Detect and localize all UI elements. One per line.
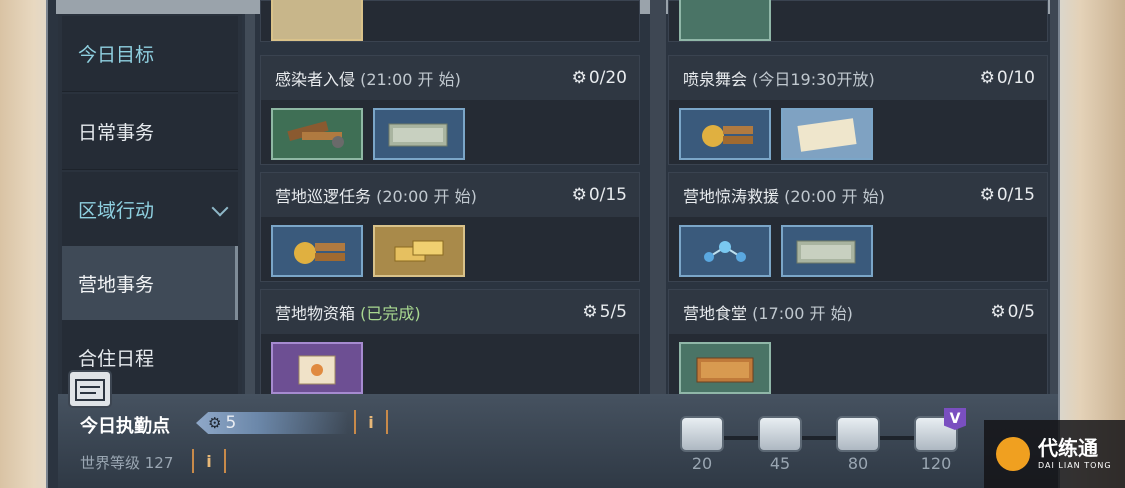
card-count: 0/15 (588, 185, 627, 205)
ticket-icon[interactable] (781, 108, 873, 160)
wood-tools-icon[interactable] (271, 108, 363, 160)
world-level: 世界等级 127 (80, 454, 174, 472)
world-level-info-button[interactable]: i (192, 449, 226, 473)
card-title: 营地食堂 (683, 304, 748, 323)
gear-wood-icon[interactable] (271, 225, 363, 277)
card-note: (已完成) (360, 304, 421, 323)
card-title: 感染者入侵 (275, 70, 356, 89)
supply-box-icon[interactable] (271, 342, 363, 394)
fish-icon (679, 0, 771, 41)
sidebar-item-label: 合住日程 (78, 348, 155, 370)
task-card[interactable]: 营地食堂 (17:00 开 始) ⚙ 0/5 (668, 289, 1048, 395)
sidebar-item-daily[interactable]: 日常事务 (62, 94, 238, 170)
card-note: (21:00 开 始) (360, 70, 461, 89)
card-note: (17:00 开 始) (752, 304, 853, 323)
sidebar-item-camp-affairs[interactable]: 营地事务 (62, 246, 238, 322)
reward-threshold: 80 (847, 454, 869, 473)
card-title: 喷泉舞会 (683, 70, 748, 89)
logo-text: 代练通 (1038, 436, 1098, 460)
card-count: 5/5 (599, 302, 627, 322)
card-partial (668, 0, 1048, 42)
divider (650, 0, 666, 394)
reward-chest-icon[interactable] (836, 416, 880, 452)
duty-point-icon: ⚙ (979, 185, 995, 205)
card-count: 0/10 (996, 68, 1035, 88)
chevron-down-icon (211, 199, 229, 217)
card-note: (今日19:30开放) (752, 70, 875, 89)
card-partial (260, 0, 640, 42)
sidebar-item-label: 今日目标 (78, 44, 155, 66)
gear-wood-icon[interactable] (679, 108, 771, 160)
duty-points-label: 今日执勤点 (80, 416, 170, 437)
sidebar-item-label: 日常事务 (78, 122, 155, 144)
card-count: 0/20 (588, 68, 627, 88)
duty-point-icon: ⚙ (571, 185, 587, 205)
cash-icon[interactable] (781, 225, 873, 277)
task-card[interactable]: 营地物资箱 (已完成) ⚙ 5/5 (260, 289, 640, 395)
card-note: (20:00 开 始) (784, 187, 885, 206)
card-count: 0/15 (996, 185, 1035, 205)
gold-bars-icon[interactable] (373, 225, 465, 277)
food-tray-icon[interactable] (679, 342, 771, 394)
duty-points-bar: ⚙ 5 (196, 412, 348, 434)
reward-threshold: 45 (769, 454, 791, 473)
card-title: 营地巡逻任务 (275, 187, 372, 206)
bottom-bar (58, 394, 1058, 488)
task-card[interactable]: 营地惊涛救援 (20:00 开 始) ⚙ 0/15 (668, 172, 1048, 282)
sidebar-item-label: 区域行动 (78, 200, 155, 222)
logo-subtext: DAI LIAN TONG (1038, 461, 1112, 470)
reward-chest-icon[interactable] (758, 416, 802, 452)
watermark-logo: 代练通 DAI LIAN TONG (984, 420, 1125, 488)
card-title: 营地惊涛救援 (683, 187, 780, 206)
reward-threshold: 120 (920, 454, 952, 473)
ticket-icon (271, 0, 363, 41)
divider (245, 14, 255, 394)
card-count: 0/5 (1007, 302, 1035, 322)
sidebar: 今日目标 日常事务 区域行动 营地事务 合住日程 (58, 14, 242, 396)
duty-points-value: 5 (225, 413, 237, 433)
vip-badge: V (944, 408, 966, 430)
cash-icon[interactable] (373, 108, 465, 160)
logo-icon (996, 437, 1030, 471)
task-card[interactable]: 感染者入侵 (21:00 开 始) ⚙ 0/20 (260, 55, 640, 165)
calendar-icon[interactable] (68, 370, 112, 408)
task-card[interactable]: 营地巡逻任务 (20:00 开 始) ⚙ 0/15 (260, 172, 640, 282)
reward-chest-icon[interactable] (680, 416, 724, 452)
duty-point-icon: ⚙ (582, 302, 598, 322)
duty-point-icon: ⚙ (208, 414, 222, 432)
card-title: 营地物资箱 (275, 304, 356, 323)
duty-info-button[interactable]: i (354, 410, 388, 434)
card-note: (20:00 开 始) (376, 187, 477, 206)
reward-threshold: 20 (691, 454, 713, 473)
molecule-icon[interactable] (679, 225, 771, 277)
task-card[interactable]: 喷泉舞会 (今日19:30开放) ⚙ 0/10 (668, 55, 1048, 165)
duty-point-icon: ⚙ (571, 68, 587, 88)
sidebar-item-today-goal[interactable]: 今日目标 (62, 16, 238, 92)
sidebar-item-region-action[interactable]: 区域行动 (62, 172, 238, 248)
duty-point-icon: ⚙ (979, 68, 995, 88)
sidebar-item-label: 营地事务 (78, 274, 155, 296)
duty-point-icon: ⚙ (990, 302, 1006, 322)
divider (1050, 0, 1058, 394)
